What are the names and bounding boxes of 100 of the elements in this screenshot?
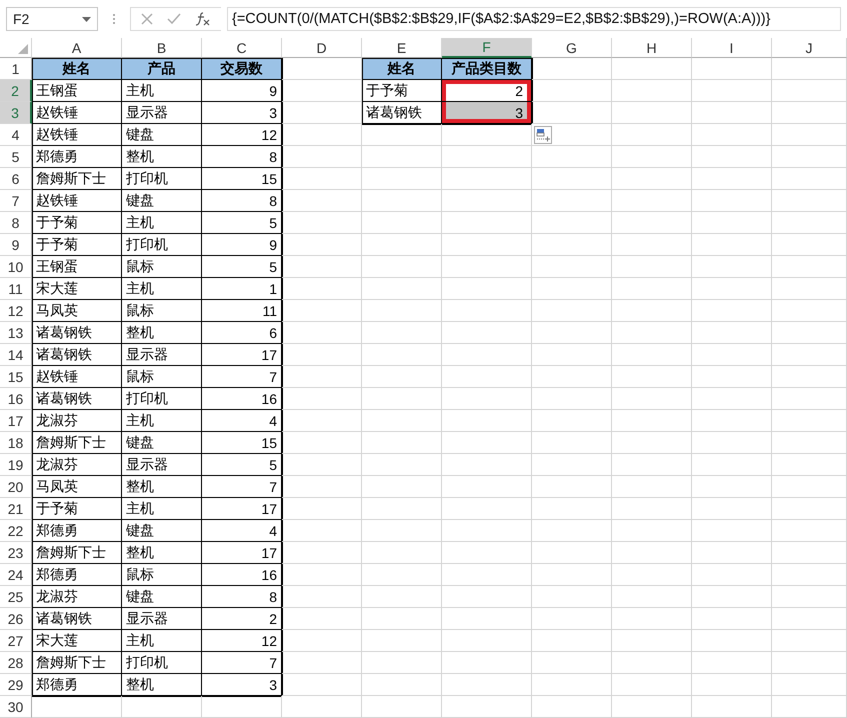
row-number[interactable]: 23 (0, 542, 32, 564)
row-number[interactable]: 19 (0, 454, 32, 476)
row-number[interactable]: 10 (0, 256, 32, 278)
row-number[interactable]: 21 (0, 498, 32, 520)
check-icon[interactable] (167, 13, 181, 25)
row-number[interactable]: 13 (0, 322, 32, 344)
table-cell: 赵铁锤 (32, 190, 122, 212)
table-cell: 整机 (122, 322, 202, 344)
column-heading: 产品 (122, 58, 202, 80)
column-heading: 产品类目数 (442, 58, 532, 80)
row-number[interactable]: 30 (0, 696, 32, 718)
table-cell: 17 (202, 542, 282, 564)
table-cell: 鼠标 (122, 256, 202, 278)
function-icon[interactable] (195, 12, 211, 26)
table-cell: 5 (202, 212, 282, 234)
table-cell: 王钢蛋 (32, 256, 122, 278)
table-cell: 龙淑芬 (32, 410, 122, 432)
table-cell: 诸葛钢铁 (32, 388, 122, 410)
table-cell: 显示器 (122, 454, 202, 476)
table-cell: 宋大莲 (32, 630, 122, 652)
table-cell: 于予菊 (362, 80, 442, 102)
column-header[interactable]: F (442, 38, 532, 58)
column-header[interactable]: B (122, 38, 202, 58)
table-cell: 16 (202, 388, 282, 410)
quick-analysis-icon[interactable] (534, 126, 552, 144)
row-number[interactable]: 5 (0, 146, 32, 168)
row-number[interactable]: 4 (0, 124, 32, 146)
row-number[interactable]: 6 (0, 168, 32, 190)
table-cell: 4 (202, 520, 282, 542)
table-cell: 宋大莲 (32, 278, 122, 300)
table-cell: 诸葛钢铁 (32, 608, 122, 630)
row-number[interactable]: 16 (0, 388, 32, 410)
row-number[interactable]: 11 (0, 278, 32, 300)
row-number[interactable]: 26 (0, 608, 32, 630)
table-cell: 整机 (122, 542, 202, 564)
row-number[interactable]: 20 (0, 476, 32, 498)
row-number[interactable]: 8 (0, 212, 32, 234)
row-number[interactable]: 7 (0, 190, 32, 212)
table-cell: 键盘 (122, 586, 202, 608)
table-cell: 3 (202, 674, 282, 696)
formula-field[interactable]: {=COUNT(0/(MATCH($B$2:$B$29,IF($A$2:$A$29=E2,$B$2:$B$29),)=ROW(A:A)))} (227, 7, 841, 31)
column-heading: 交易数 (202, 58, 282, 80)
table-cell: 整机 (122, 146, 202, 168)
table-cell: 郑德勇 (32, 520, 122, 542)
row-number[interactable]: 2 (0, 80, 32, 102)
table-cell: 赵铁锤 (32, 102, 122, 124)
caret-icon[interactable] (82, 16, 91, 22)
table-cell: 打印机 (122, 652, 202, 674)
column-header[interactable]: C (202, 38, 282, 58)
table-cell: 郑德勇 (32, 564, 122, 586)
table-cell: 打印机 (122, 234, 202, 256)
row-number[interactable]: 1 (0, 58, 32, 80)
column-header[interactable]: J (772, 38, 847, 58)
row-number[interactable]: 28 (0, 652, 32, 674)
table-cell: 7 (202, 476, 282, 498)
column-header[interactable]: G (532, 38, 612, 58)
row-number[interactable]: 22 (0, 520, 32, 542)
table-cell: 鼠标 (122, 366, 202, 388)
table-cell: 赵铁锤 (32, 366, 122, 388)
table-cell: 显示器 (122, 344, 202, 366)
table-cell: 诸葛钢铁 (362, 102, 442, 124)
row-number[interactable]: 12 (0, 300, 32, 322)
name-box[interactable]: F2 (6, 7, 98, 31)
column-header[interactable]: A (32, 38, 122, 58)
table-cell: 3 (442, 102, 532, 124)
row-number[interactable]: 17 (0, 410, 32, 432)
table-cell: 马凤英 (32, 476, 122, 498)
table-cell: 龙淑芬 (32, 586, 122, 608)
table-cell: 5 (202, 454, 282, 476)
row-number[interactable]: 24 (0, 564, 32, 586)
table-cell: 9 (202, 234, 282, 256)
table-cell: 鼠标 (122, 564, 202, 586)
table-cell: 整机 (122, 674, 202, 696)
table-cell: 打印机 (122, 388, 202, 410)
column-header[interactable]: H (612, 38, 692, 58)
table-cell: 17 (202, 344, 282, 366)
cell-reference: F2 (13, 11, 30, 27)
column-header[interactable]: I (692, 38, 772, 58)
table-cell: 3 (202, 102, 282, 124)
row-number[interactable]: 14 (0, 344, 32, 366)
row-number[interactable]: 3 (0, 102, 32, 124)
column-header[interactable]: D (282, 38, 362, 58)
table-cell: 键盘 (122, 124, 202, 146)
table-cell: 马凤英 (32, 300, 122, 322)
table-cell: 2 (202, 608, 282, 630)
row-number[interactable]: 9 (0, 234, 32, 256)
row-number[interactable]: 27 (0, 630, 32, 652)
table-cell: 詹姆斯下士 (32, 652, 122, 674)
table-cell: 鼠标 (122, 300, 202, 322)
row-number[interactable]: 25 (0, 586, 32, 608)
row-number[interactable]: 18 (0, 432, 32, 454)
table-cell: 主机 (122, 212, 202, 234)
row-number[interactable]: 29 (0, 674, 32, 696)
table-cell: 2 (442, 80, 532, 102)
table-cell: 郑德勇 (32, 674, 122, 696)
row-number[interactable]: 15 (0, 366, 32, 388)
table-cell: 键盘 (122, 190, 202, 212)
column-header[interactable]: E (362, 38, 442, 58)
table-cell: 诸葛钢铁 (32, 344, 122, 366)
table-cell: 主机 (122, 410, 202, 432)
